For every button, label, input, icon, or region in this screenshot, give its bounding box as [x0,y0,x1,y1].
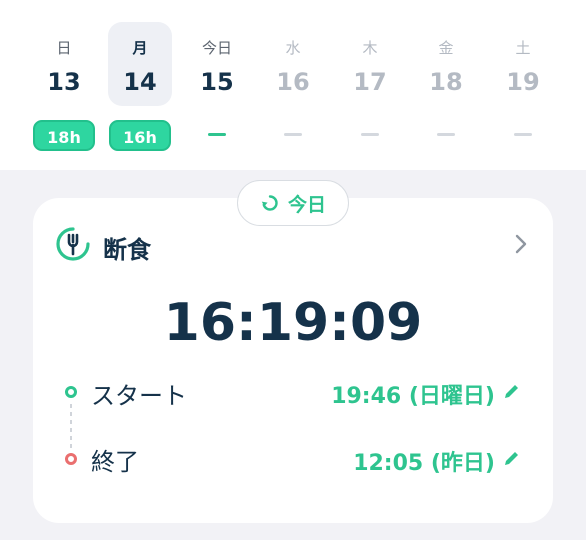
empty-dash [361,133,379,136]
empty-dash [284,133,302,136]
weekday-label: 水 [285,39,301,57]
fasting-title: 断食 [103,236,151,264]
chevron-right-icon[interactable] [513,232,529,256]
edit-start-pencil-icon[interactable] [503,382,521,400]
date-number: 14 [123,68,157,96]
end-time-value[interactable]: 12:05 (昨日) [353,445,495,477]
rotate-back-icon [261,195,278,211]
edit-end-pencil-icon[interactable] [503,449,521,467]
empty-dash [514,133,532,136]
date-number: 19 [506,68,540,96]
empty-dash [208,133,226,136]
day-14[interactable]: 月 14 16h [108,22,172,152]
day-16[interactable]: 水 16 [261,22,325,152]
fast-hours-badge: 16h [109,120,171,151]
date-number: 18 [429,68,463,96]
day-18[interactable]: 金 18 [414,22,478,152]
today-button-label: 今日 [287,193,326,216]
date-number: 16 [276,68,310,96]
empty-dash [437,133,455,136]
fast-hours-badge: 18h [33,120,95,151]
weekday-label: 日 [56,39,72,57]
weekday-label: 月 [132,39,148,57]
week-strip: 日 13 18h 月 14 16h 今日 15 水 16 木 17 金 18 土… [0,0,586,170]
day-17[interactable]: 木 17 [338,22,402,152]
fork-ring-icon [56,227,90,261]
jump-to-today-button[interactable]: 今日 [237,180,349,226]
day-13[interactable]: 日 13 18h [32,22,96,152]
weekday-label: 木 [362,39,378,57]
weekday-label: 金 [438,39,454,57]
end-label: 終了 [91,448,139,476]
start-dot [65,386,77,398]
day-19[interactable]: 土 19 [491,22,555,152]
fasting-card: 断食 16:19:09 スタート 19:46 (日曜日) 終了 12:05 (昨… [33,198,553,523]
start-time-value[interactable]: 19:46 (日曜日) [331,378,495,410]
elapsed-timer: 16:19:09 [163,293,423,353]
weekday-label: 土 [515,39,531,57]
date-number: 17 [353,68,387,96]
date-number: 13 [47,68,81,96]
end-dot [65,453,77,465]
start-label: スタート [91,382,187,410]
day-15-today[interactable]: 今日 15 [185,22,249,152]
date-number: 15 [200,68,234,96]
weekday-label: 今日 [201,39,232,57]
timeline-connector [70,404,72,448]
